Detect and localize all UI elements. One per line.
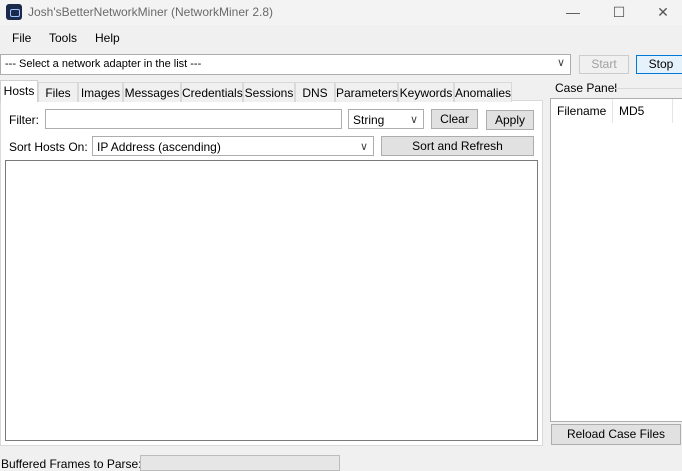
window-title: Josh'sBetterNetworkMiner (NetworkMiner 2… (28, 5, 274, 19)
maximize-button[interactable]: ☐ (596, 0, 642, 25)
network-miner-icon (6, 4, 22, 20)
column-header-filename[interactable]: Filename (551, 99, 613, 123)
sort-hosts-value: IP Address (ascending) (97, 140, 221, 154)
tab-dns[interactable]: DNS (295, 82, 335, 102)
minimize-button[interactable]: — (550, 0, 596, 25)
apply-button[interactable]: Apply (486, 110, 534, 130)
filter-input[interactable] (45, 109, 342, 129)
clear-button[interactable]: Clear (431, 109, 478, 129)
filter-label: Filter: (9, 113, 39, 127)
filter-type-select[interactable]: String ∨ (348, 109, 424, 129)
sort-hosts-label: Sort Hosts On: (9, 140, 88, 154)
hosts-tree-view[interactable] (5, 160, 538, 441)
menu-tools[interactable]: Tools (49, 31, 77, 45)
tab-hosts[interactable]: Hosts (0, 80, 38, 102)
tab-keywords[interactable]: Keywords (398, 82, 454, 102)
start-button[interactable]: Start (579, 55, 629, 74)
tab-parameters[interactable]: Parameters (335, 82, 398, 102)
case-files-list[interactable]: Filename MD5 (550, 98, 682, 422)
tab-anomalies[interactable]: Anomalies (454, 82, 512, 102)
menu-file[interactable]: File (12, 31, 31, 45)
sort-and-refresh-button[interactable]: Sort and Refresh (381, 136, 534, 156)
buffered-frames-progress (140, 455, 340, 471)
chevron-down-icon: ∨ (556, 57, 565, 69)
sort-hosts-select[interactable]: IP Address (ascending) ∨ (92, 136, 374, 156)
main-tabs: Hosts Files Images Messages Credentials … (0, 80, 512, 102)
buffered-frames-label: Buffered Frames to Parse: (1, 457, 142, 471)
tab-messages[interactable]: Messages (123, 82, 181, 102)
case-panel-divider (614, 88, 682, 89)
menu-help[interactable]: Help (95, 31, 120, 45)
stop-button[interactable]: Stop (636, 55, 682, 74)
close-button[interactable]: ✕ (640, 0, 682, 25)
adapter-selected-value: --- Select a network adapter in the list… (5, 58, 202, 70)
reload-case-files-button[interactable]: Reload Case Files (551, 424, 681, 445)
filter-type-value: String (353, 113, 385, 127)
column-header-md5[interactable]: MD5 (613, 99, 673, 123)
tab-sessions[interactable]: Sessions (243, 82, 295, 102)
chevron-down-icon: ∨ (359, 141, 368, 153)
case-panel-title: Case Panel (555, 81, 618, 95)
network-adapter-select[interactable]: --- Select a network adapter in the list… (0, 54, 571, 75)
chevron-down-icon: ∨ (409, 114, 418, 126)
tab-credentials[interactable]: Credentials (181, 82, 243, 102)
tab-files[interactable]: Files (38, 82, 78, 102)
tab-images[interactable]: Images (78, 82, 123, 102)
